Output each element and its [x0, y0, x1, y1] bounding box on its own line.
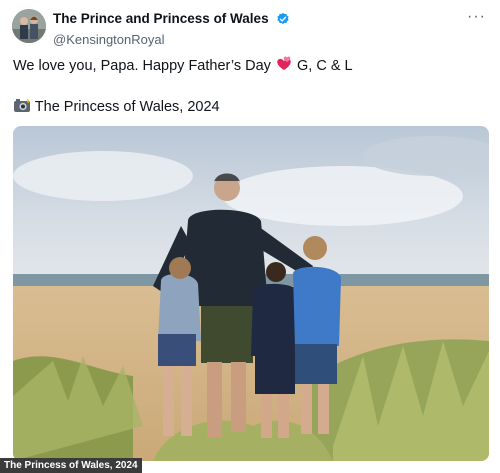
verified-badge-icon — [276, 12, 290, 26]
family-beach-photo[interactable] — [13, 126, 489, 461]
two-hearts-icon — [275, 56, 293, 77]
tweet-message: We love you, Papa. Happy Father’s Day — [13, 58, 271, 74]
camera-flash-icon — [13, 98, 31, 118]
more-options-icon[interactable]: ··· — [467, 9, 486, 25]
tweet-header: The Prince and Princess of Wales @Kensin… — [12, 9, 488, 47]
author-info: The Prince and Princess of Wales @Kensin… — [53, 10, 290, 47]
author-handle[interactable]: @KensingtonRoyal — [53, 32, 290, 47]
tweet-text: We love you, Papa. Happy Father’s Day G,… — [13, 56, 353, 118]
display-name[interactable]: The Prince and Princess of Wales — [53, 11, 269, 26]
photo-credit-text: The Princess of Wales, 2024 — [34, 99, 220, 115]
photo-credit-overlay: The Princess of Wales, 2024 — [0, 458, 142, 473]
tweet-signature: G, C & L — [296, 58, 353, 74]
tweet-line-2: The Princess of Wales, 2024 — [13, 98, 353, 118]
tweet-line-1: We love you, Papa. Happy Father’s Day G,… — [13, 56, 353, 77]
avatar[interactable] — [12, 9, 46, 43]
